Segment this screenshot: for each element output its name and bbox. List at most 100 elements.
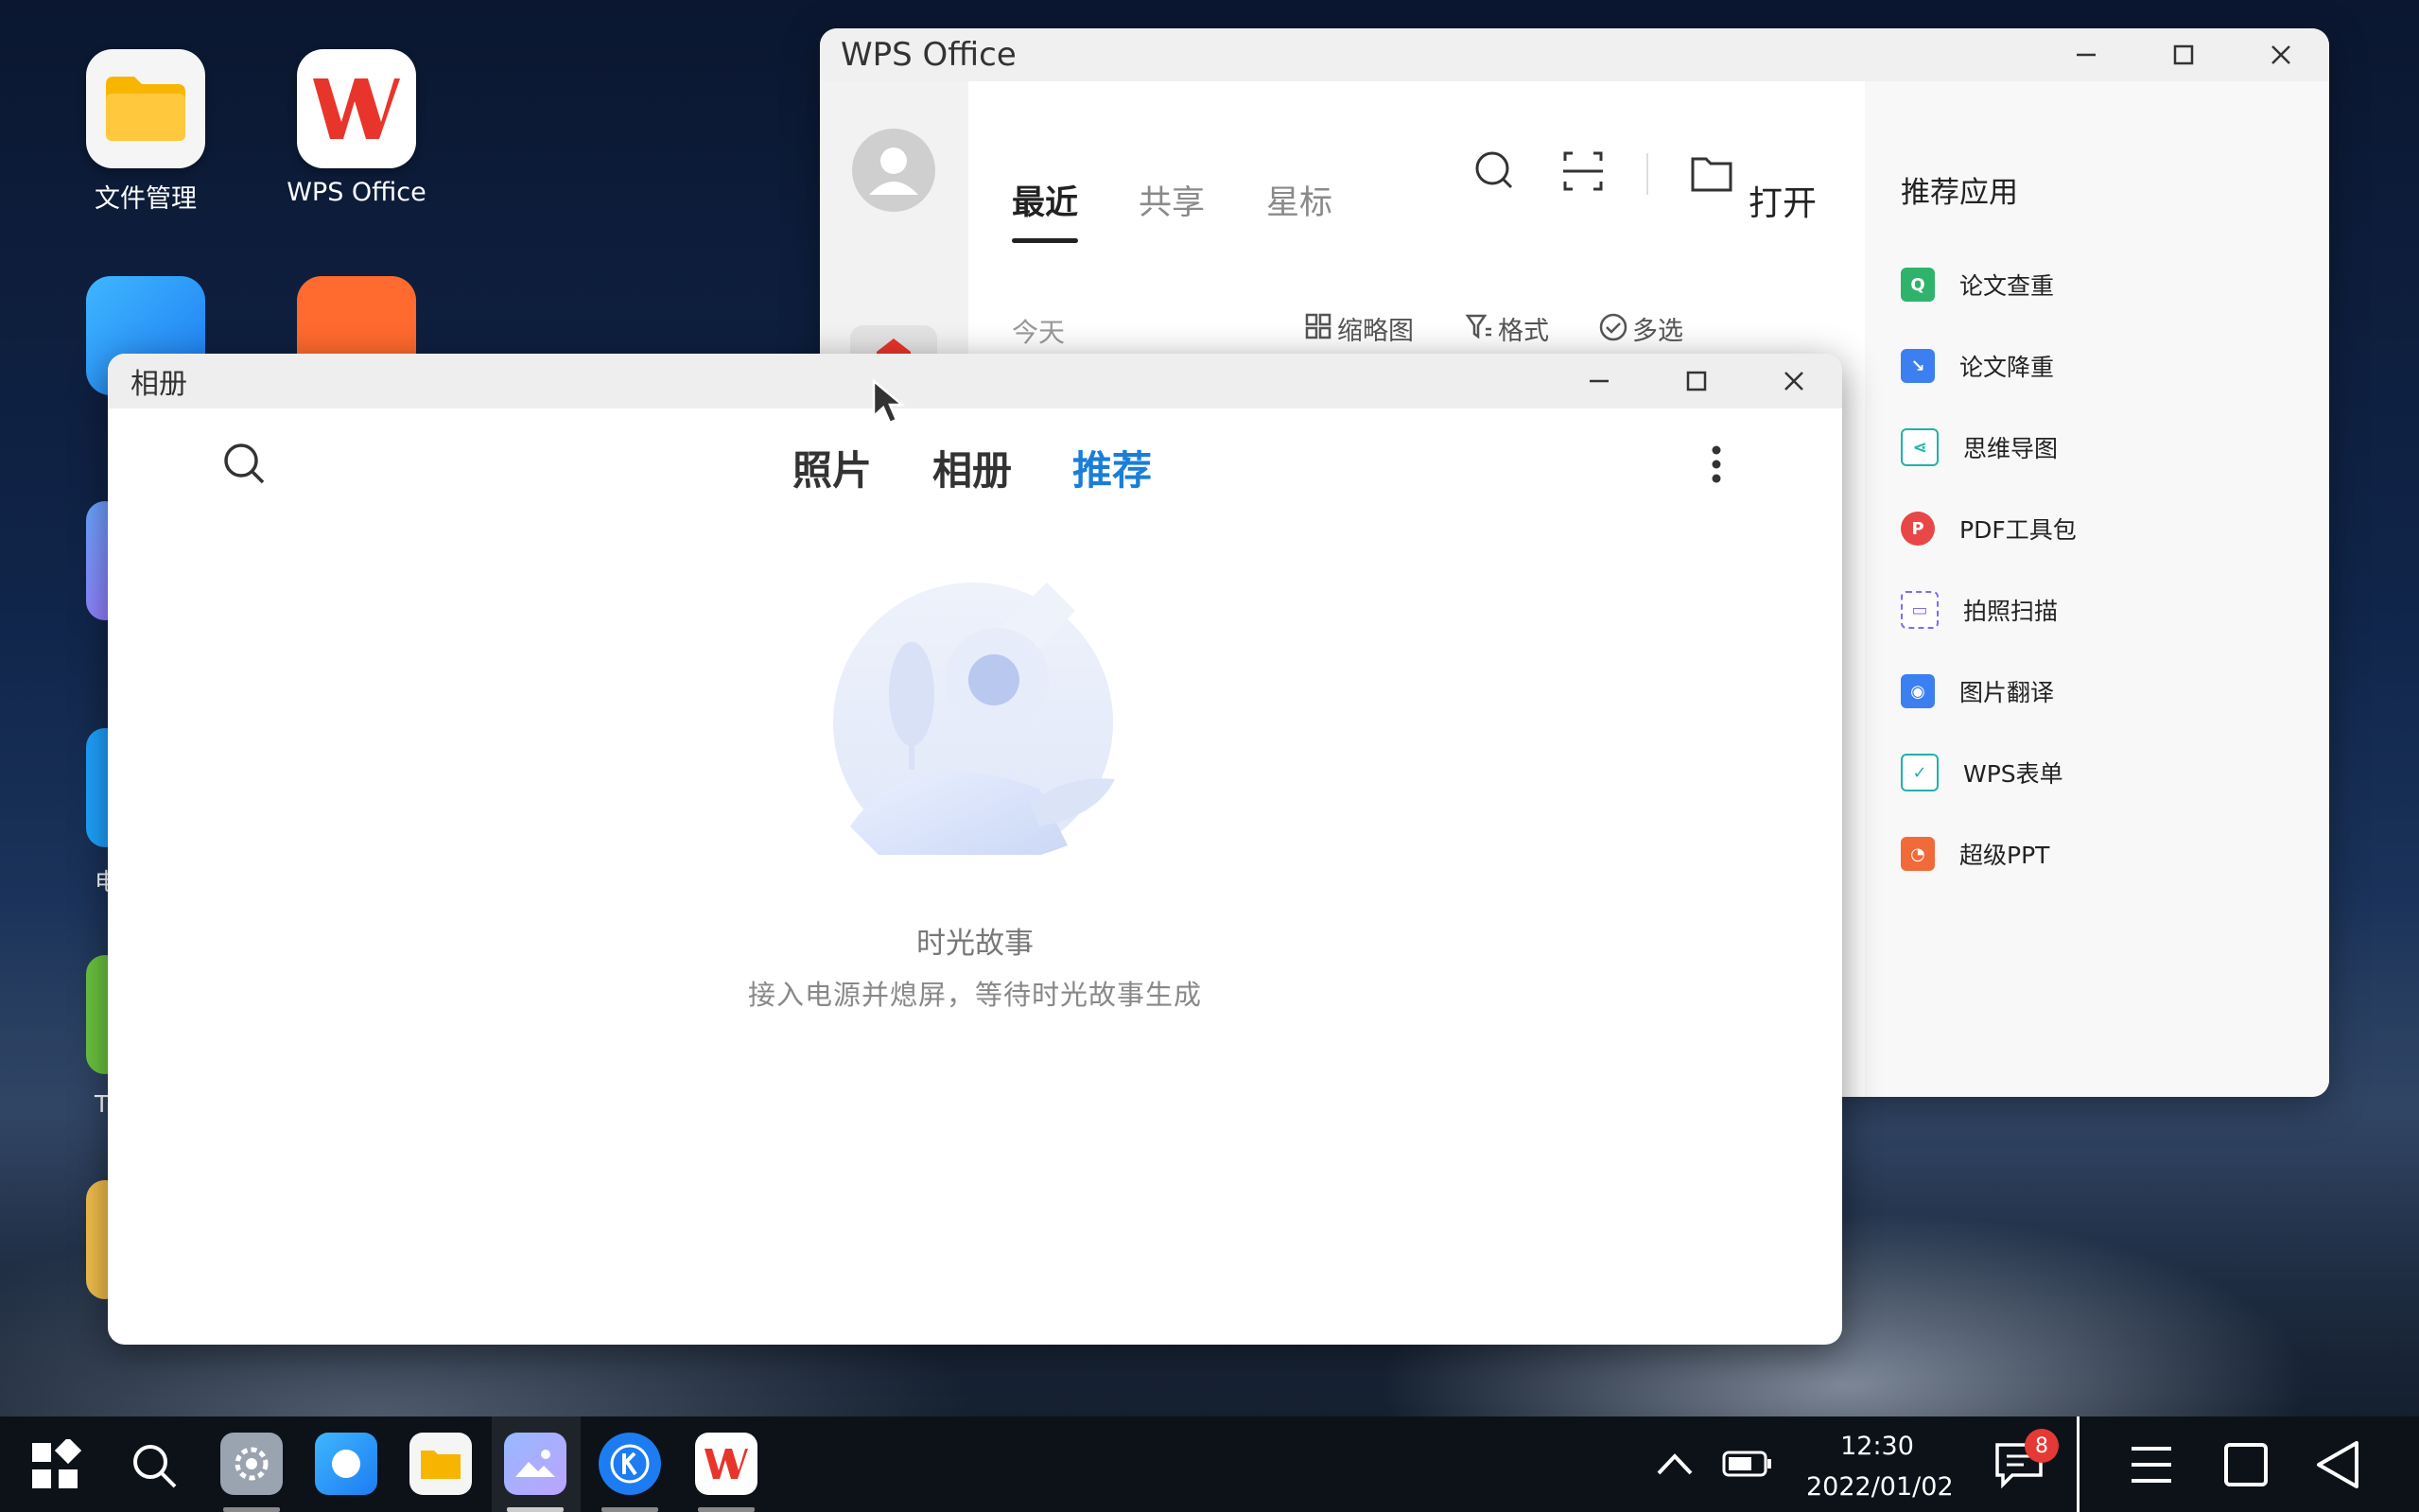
- close-button[interactable]: [2232, 28, 2329, 81]
- taskbar-app-file-manager[interactable]: [409, 1433, 472, 1495]
- recommend-item-wps-form[interactable]: ✓ WPS表单: [1901, 749, 2063, 796]
- browser-icon: [332, 1450, 360, 1478]
- maximize-icon: [1686, 371, 1706, 391]
- wps-window-title: WPS Office: [841, 36, 1017, 74]
- menu-icon[interactable]: [2128, 1443, 2175, 1486]
- recommend-item-paper-check[interactable]: Q 论文查重: [1901, 261, 2054, 308]
- recommend-item-label: 论文降重: [1959, 354, 2055, 381]
- start-menu-icon[interactable]: [28, 1439, 81, 1492]
- maximize-button[interactable]: [2134, 28, 2232, 81]
- search-icon[interactable]: [128, 1439, 181, 1492]
- section-today-label: 今天: [1012, 317, 1066, 348]
- minimize-icon: [1589, 379, 1609, 383]
- recommend-panel: 推荐应用 Q 论文查重 ↘ 论文降重 ⋖ 思维导图 P PDF工具包 ▭ 拍照扫描 ◉ 图片…: [1865, 81, 2329, 1097]
- more-icon[interactable]: [1693, 441, 1740, 488]
- recommend-item-label: 拍照扫描: [1963, 598, 2059, 625]
- back-icon[interactable]: [2313, 1439, 2364, 1490]
- gear-icon: [235, 1447, 269, 1481]
- user-icon: [869, 148, 918, 195]
- tab-albums[interactable]: 相册: [932, 439, 1012, 496]
- desktop-icon-label: 文件管理: [95, 184, 197, 214]
- grid-icon: [1305, 313, 1331, 339]
- taskbar-app-k[interactable]: [599, 1433, 661, 1495]
- recommend-item-pdf-toolkit[interactable]: P PDF工具包: [1901, 505, 2077, 552]
- chevron-up-icon[interactable]: [1655, 1447, 1695, 1481]
- clock-date: 2022/01/02: [1806, 1472, 1954, 1502]
- empty-state-title: 时光故事: [916, 927, 1034, 961]
- running-indicator: [601, 1507, 658, 1512]
- gallery-window: 相册 照片 相册 推荐 时光故事 接入电源并熄屏，等待时光故事生成: [108, 354, 1842, 1345]
- clock[interactable]: 12:30 2022/01/02: [1806, 1426, 1954, 1507]
- tab-starred[interactable]: 星标: [1266, 176, 1332, 224]
- avatar[interactable]: [852, 129, 935, 212]
- recommend-item-label: 论文查重: [1959, 272, 2055, 300]
- recommend-item-label: WPS表单: [1963, 760, 2063, 788]
- paper-reduce-icon: ↘: [1901, 349, 1935, 383]
- folder-icon: [86, 49, 205, 168]
- filter-icon: [1465, 314, 1491, 339]
- folder-icon: [421, 1451, 461, 1479]
- taskbar: 12:30 2022/01/02: [0, 1416, 2419, 1512]
- thumbnail-view-button[interactable]: 缩略图: [1337, 310, 1414, 347]
- running-indicator: [223, 1507, 280, 1512]
- desktop-icon-label: WPS Office: [287, 178, 426, 207]
- search-icon[interactable]: [1471, 148, 1519, 195]
- wps-titlebar[interactable]: WPS Office: [820, 28, 2329, 81]
- recommend-item-paper-reduce[interactable]: ↘ 论文降重: [1901, 342, 2054, 390]
- taskbar-app-browser[interactable]: [315, 1433, 377, 1495]
- recommend-item-image-translate[interactable]: ◉ 图片翻译: [1901, 668, 2054, 715]
- image-translate-icon: ◉: [1901, 674, 1935, 708]
- photo-scan-icon: ▭: [1901, 591, 1939, 629]
- open-button[interactable]: 打开: [1749, 176, 1817, 225]
- scan-icon[interactable]: [1559, 148, 1607, 195]
- paper-check-icon: Q: [1901, 268, 1935, 302]
- recommend-item-super-ppt[interactable]: ◔ 超级PPT: [1901, 830, 2049, 878]
- battery-icon[interactable]: [1721, 1449, 1774, 1479]
- recommend-item-label: PDF工具包: [1959, 516, 2077, 544]
- recommend-item-photo-scan[interactable]: ▭ 拍照扫描: [1901, 586, 2058, 634]
- tab-recent[interactable]: 最近: [1012, 176, 1079, 243]
- empty-state-subtitle: 接入电源并熄屏，等待时光故事生成: [747, 979, 1202, 1011]
- taskbar-divider: [2077, 1416, 2080, 1512]
- close-icon: [1784, 372, 1803, 391]
- maximize-button[interactable]: [1647, 354, 1745, 408]
- k-app-icon: [610, 1444, 650, 1484]
- maximize-icon: [2173, 44, 2193, 65]
- minimize-icon: [2076, 53, 2096, 57]
- recommend-item-mindmap[interactable]: ⋖ 思维导图: [1901, 424, 2058, 471]
- active-app-highlight: [492, 1416, 581, 1512]
- mouse-cursor-icon: [872, 378, 906, 425]
- time-story-illustration: [833, 582, 1115, 855]
- folder-open-icon[interactable]: [1689, 149, 1734, 195]
- running-indicator: [507, 1507, 564, 1512]
- running-indicator: [698, 1507, 755, 1512]
- tab-recommend[interactable]: 推荐: [1072, 439, 1152, 496]
- tab-photos[interactable]: 照片: [792, 439, 872, 496]
- recommend-item-label: 超级PPT: [1959, 842, 2050, 869]
- recents-icon[interactable]: [2222, 1441, 2270, 1488]
- desktop-icon-file-manager[interactable]: 文件管理: [65, 49, 226, 215]
- recommend-title: 推荐应用: [1901, 176, 2018, 210]
- super-ppt-icon: ◔: [1901, 837, 1935, 871]
- minimize-button[interactable]: [2037, 28, 2134, 81]
- desktop-icon-wps[interactable]: WPS Office: [276, 49, 437, 207]
- close-button[interactable]: [1745, 354, 1842, 408]
- minimize-button[interactable]: [1550, 354, 1647, 408]
- recommend-item-label: 思维导图: [1963, 435, 2059, 462]
- wps-form-icon: ✓: [1901, 754, 1939, 791]
- taskbar-app-wps[interactable]: [695, 1433, 757, 1495]
- gallery-titlebar[interactable]: 相册: [108, 354, 1842, 408]
- taskbar-app-settings[interactable]: [220, 1433, 283, 1495]
- search-icon[interactable]: [221, 441, 269, 488]
- wps-icon: [705, 1449, 748, 1479]
- pdf-toolkit-icon: P: [1901, 512, 1935, 546]
- desktop-icon-label: T: [95, 1090, 110, 1118]
- recommend-item-label: 图片翻译: [1959, 679, 2055, 706]
- tab-shared[interactable]: 共享: [1139, 176, 1205, 224]
- format-filter-button[interactable]: 格式: [1498, 310, 1549, 347]
- gallery-window-title: 相册: [131, 368, 187, 401]
- wps-icon: [297, 49, 416, 168]
- clock-time: 12:30: [1840, 1432, 1914, 1461]
- check-circle-icon: [1599, 313, 1627, 341]
- multiselect-button[interactable]: 多选: [1632, 310, 1683, 347]
